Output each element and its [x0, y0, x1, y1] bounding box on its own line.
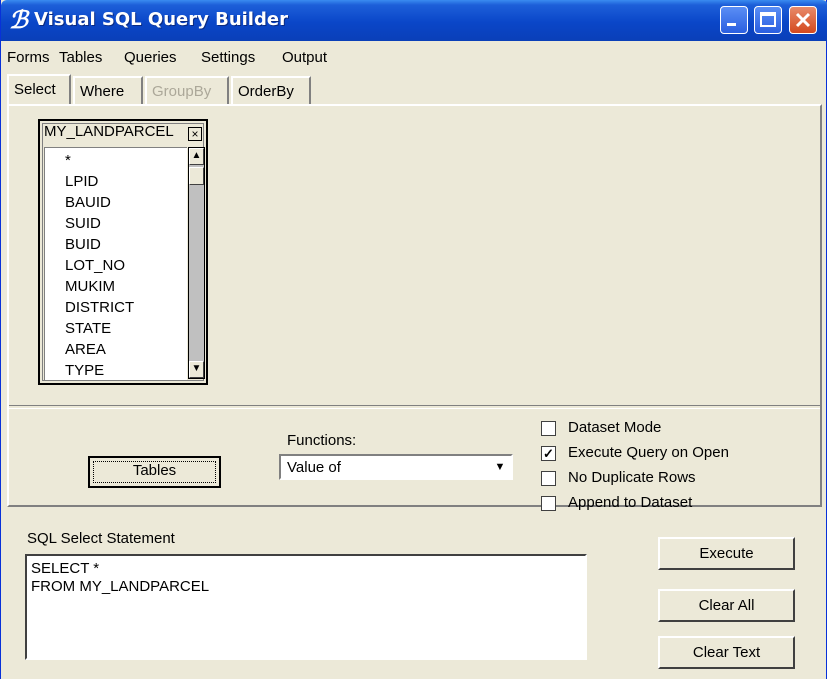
execute-on-open-checkbox[interactable]: ✓ [541, 446, 556, 461]
sql-line: SELECT * [31, 560, 100, 577]
sql-line: FROM MY_LANDPARCEL [31, 578, 210, 595]
field-item[interactable]: * [65, 152, 71, 169]
close-icon [795, 12, 811, 28]
app-icon: ℬ [9, 5, 28, 34]
menu-settings[interactable]: Settings [201, 49, 255, 66]
append-to-dataset-checkbox[interactable] [541, 496, 556, 511]
execute-button[interactable]: Execute [658, 537, 795, 570]
field-item[interactable]: AREA [65, 341, 106, 358]
tab-groupby: GroupBy [145, 76, 229, 104]
title-bar[interactable]: ℬ Visual SQL Query Builder [1, 0, 827, 41]
clear-all-button[interactable]: Clear All [658, 589, 795, 622]
field-item[interactable]: BAUID [65, 194, 111, 211]
field-list[interactable]: * LPID BAUID SUID BUID LOT_NO MUKIM DIST… [44, 147, 187, 380]
clear-text-button[interactable]: Clear Text [658, 636, 795, 669]
field-item[interactable]: TYPE [65, 362, 104, 379]
focus-rect [93, 461, 216, 483]
field-item[interactable]: BUID [65, 236, 101, 253]
functions-select[interactable]: Value of ▼ [279, 454, 513, 480]
functions-select-value: Value of [287, 459, 341, 476]
option-label: Append to Dataset [568, 494, 693, 511]
scroll-down-icon[interactable]: ▼ [189, 361, 204, 378]
scroll-thumb[interactable] [189, 167, 204, 185]
table-box[interactable]: MY_LANDPARCEL × * LPID BAUID SUID BUID L… [38, 119, 208, 385]
app-window: ℬ Visual SQL Query Builder Forms Tables … [0, 0, 827, 679]
menu-output[interactable]: Output [282, 49, 327, 66]
menu-queries[interactable]: Queries [124, 49, 177, 66]
dataset-mode-checkbox[interactable] [541, 421, 556, 436]
field-item[interactable]: SUID [65, 215, 101, 232]
menu-bar: Forms Tables Queries Settings Output [1, 41, 827, 73]
sql-statement-label: SQL Select Statement [27, 530, 175, 547]
functions-label: Functions: [287, 432, 357, 449]
menu-tables[interactable]: Tables [59, 49, 102, 66]
window-title: Visual SQL Query Builder [34, 9, 288, 30]
field-item[interactable]: LPID [65, 173, 98, 190]
field-item[interactable]: MUKIM [65, 278, 115, 295]
option-label: Dataset Mode [568, 419, 662, 436]
no-duplicate-rows-checkbox[interactable] [541, 471, 556, 486]
tab-where[interactable]: Where [73, 76, 143, 104]
maximize-button[interactable] [754, 6, 782, 34]
scroll-up-icon[interactable]: ▲ [189, 148, 204, 165]
menu-forms[interactable]: Forms [7, 49, 50, 66]
minimize-button[interactable] [720, 6, 748, 34]
field-item[interactable]: STATE [65, 320, 111, 337]
field-list-scrollbar[interactable]: ▲ ▼ [188, 147, 205, 379]
option-label: No Duplicate Rows [568, 469, 696, 486]
panel-divider [9, 405, 820, 409]
field-item[interactable]: DISTRICT [65, 299, 134, 316]
table-box-close-icon[interactable]: × [188, 127, 202, 141]
maximize-icon [760, 12, 776, 27]
sql-statement-textarea[interactable]: SELECT * FROM MY_LANDPARCEL [25, 554, 587, 660]
field-item[interactable]: LOT_NO [65, 257, 125, 274]
table-box-title: MY_LANDPARCEL [44, 123, 174, 140]
tab-select[interactable]: Select [7, 74, 71, 105]
chevron-down-icon[interactable]: ▼ [491, 458, 509, 476]
minimize-icon [727, 23, 736, 26]
tables-button[interactable]: Tables [88, 456, 221, 488]
tab-orderby[interactable]: OrderBy [231, 76, 311, 104]
option-label: Execute Query on Open [568, 444, 729, 461]
close-button[interactable] [789, 6, 817, 34]
